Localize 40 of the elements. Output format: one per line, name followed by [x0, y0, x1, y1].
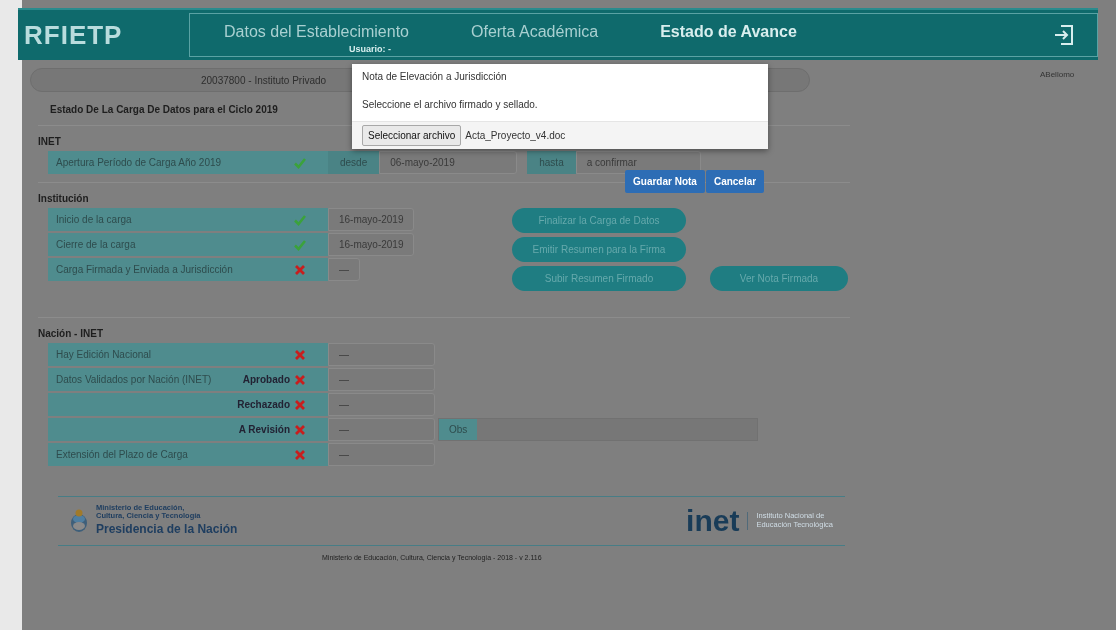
emblem-icon [70, 509, 88, 533]
nav-link[interactable]: Oferta Académica [471, 24, 599, 40]
row-label: Datos Validados por Nación (INET) [56, 373, 212, 387]
nav-link[interactable]: Estado de Avance [660, 24, 797, 40]
file-button[interactable]: Seleccionar archivo [362, 125, 462, 146]
nav-link[interactable]: Datos del Establecimiento [224, 24, 409, 40]
modal-text: Seleccione el archivo firmado y sellado. [361, 98, 539, 112]
row-label: Apertura Período de Carga Año 2019 [56, 156, 222, 170]
section-title: INET [38, 135, 61, 149]
value-field: — [328, 443, 435, 466]
section-title: Institución [38, 192, 89, 206]
presidency-text: Presidencia de la Nación [96, 521, 238, 539]
value-field: — [328, 343, 435, 366]
value-field: 16-mayo-2019 [328, 208, 415, 231]
page-title: Estado De La Carga De Datos para el Ciclo 2019 [50, 103, 278, 117]
value-field: 16-mayo-2019 [328, 233, 415, 256]
obs-field[interactable]: Obs [438, 418, 758, 441]
user-label: Usuario: - [349, 44, 391, 54]
section-title: Nación - INET [38, 327, 103, 341]
modal-button[interactable]: Cancelar [705, 170, 765, 193]
value-field: — [328, 258, 360, 281]
row-label: Extensión del Plazo de Carga [56, 448, 188, 462]
row-label: Inicio de la carga [56, 213, 132, 227]
value-field: — [328, 393, 435, 416]
row-label: Cierre de la carga [56, 238, 136, 252]
row-label: Hay Edición Nacional [56, 348, 152, 362]
value-field: — [328, 418, 435, 441]
modal-button[interactable]: Guardar Nota [625, 170, 705, 193]
modal-title: Nota de Elevación a Jurisdicción [361, 70, 508, 84]
user-name: ABellomo [1040, 69, 1075, 81]
row-label: Carga Firmada y Enviada a Jurisdicción [56, 263, 233, 277]
status-sublabel: Rechazado [237, 398, 290, 412]
value-field: — [328, 368, 435, 391]
logout-icon[interactable] [1053, 24, 1075, 46]
status-sublabel: Aprobado [242, 373, 290, 387]
inet-logo: inet [686, 506, 740, 536]
brand-logo: RFIETP [23, 18, 124, 52]
file-name: Acta_Proyecto_v4.doc [465, 129, 566, 143]
status-sublabel: A Revisión [238, 423, 290, 437]
date-field: 06-mayo-2019 [379, 151, 518, 174]
